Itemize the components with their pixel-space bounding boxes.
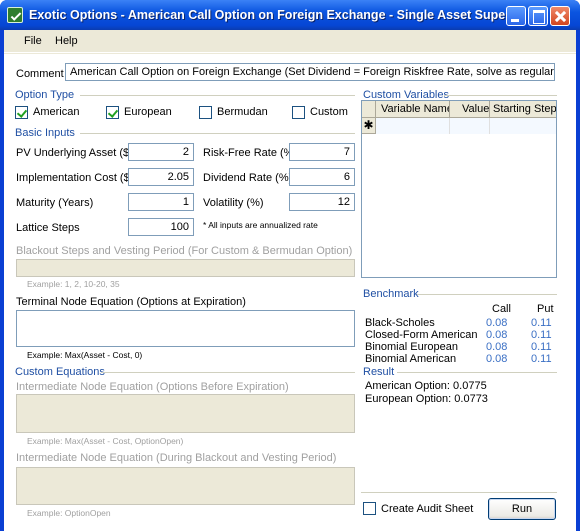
custom-label: Custom (310, 106, 348, 118)
benchmark-row-name: Binomial American (365, 353, 457, 365)
benchmark-row-call: 0.08 (486, 353, 508, 365)
pv-label: PV Underlying Asset ($) (16, 147, 133, 159)
new-row-marker: ✱ (362, 118, 376, 134)
new-row-value-cell[interactable] (450, 118, 490, 134)
pv-field[interactable]: 2 (128, 143, 194, 161)
blackout-equation-field[interactable] (16, 467, 355, 505)
new-row-variable-cell[interactable] (376, 118, 450, 134)
custom-checkbox[interactable] (292, 106, 305, 119)
maximize-button[interactable] (528, 6, 548, 26)
title-bar[interactable]: Exotic Options - American Call Option on… (0, 0, 580, 30)
benchmark-row-name: Black-Scholes (365, 317, 435, 329)
blackout-equation-label: Intermediate Node Equation (During Black… (16, 452, 337, 464)
menu-file[interactable]: File (24, 35, 42, 47)
new-row-step-cell[interactable] (490, 118, 556, 134)
col-starting-step[interactable]: Starting Step (490, 101, 556, 118)
european-result: European Option: 0.0773 (365, 393, 488, 405)
annualized-note: * All inputs are annualized rate (203, 220, 318, 230)
grid-header: Variable Name Value Starting Step (362, 101, 556, 118)
bermudan-label: Bermudan (217, 106, 268, 118)
lattice-steps-field[interactable]: 100 (128, 218, 194, 236)
benchmark-divider (417, 294, 557, 295)
european-label: European (124, 106, 172, 118)
custom-variables-grid[interactable]: Variable Name Value Starting Step ✱ (361, 100, 557, 278)
dividend-rate-field[interactable]: 6 (289, 168, 355, 186)
client-area: File Help Comment American Call Option o… (4, 30, 576, 531)
terminal-example: Example: Max(Asset - Cost, 0) (27, 350, 143, 360)
volatility-field[interactable]: 12 (289, 193, 355, 211)
minimize-button[interactable] (506, 6, 526, 26)
blackout-label: Blackout Steps and Vesting Period (For C… (16, 245, 353, 257)
benchmark-row-call: 0.08 (486, 317, 508, 329)
benchmark-row-put: 0.11 (531, 341, 552, 353)
audit-sheet-label: Create Audit Sheet (381, 503, 474, 515)
implementation-cost-field[interactable]: 2.05 (128, 168, 194, 186)
custom-equations-divider (101, 372, 355, 373)
result-heading: Result (363, 366, 395, 378)
bermudan-checkbox[interactable] (199, 106, 212, 119)
comment-label: Comment (16, 68, 64, 80)
form-body: Comment American Call Option on Foreign … (4, 54, 576, 531)
intermediate-equation-field[interactable] (16, 394, 355, 433)
american-label: American (33, 106, 80, 118)
implementation-cost-label: Implementation Cost ($) (16, 172, 134, 184)
benchmark-row-name: Closed-Form American (365, 329, 478, 341)
audit-sheet-checkbox[interactable] (363, 502, 376, 515)
intermediate-example: Example: Max(Asset - Cost, OptionOpen) (27, 436, 184, 446)
volatility-label: Volatility (%) (203, 197, 264, 209)
menu-bar: File Help (4, 30, 576, 53)
app-window: Exotic Options - American Call Option on… (0, 0, 580, 531)
result-divider (397, 372, 557, 373)
american-result: American Option: 0.0775 (365, 380, 487, 392)
app-icon (7, 7, 23, 23)
benchmark-row-put: 0.11 (531, 317, 552, 329)
dividend-rate-label: Dividend Rate (%) (203, 172, 293, 184)
close-button[interactable] (550, 6, 570, 26)
european-checkbox[interactable] (106, 106, 119, 119)
col-variable-name[interactable]: Variable Name (376, 101, 450, 118)
custom-variables-divider (444, 95, 557, 96)
blackout-equation-example: Example: OptionOpen (27, 508, 111, 518)
option-type-heading: Option Type (15, 89, 75, 101)
benchmark-row-name: Binomial European (365, 341, 458, 353)
benchmark-row-call: 0.08 (486, 329, 508, 341)
run-button[interactable]: Run (488, 498, 556, 520)
intermediate-equation-label: Intermediate Node Equation (Options Befo… (16, 381, 289, 393)
col-value[interactable]: Value (450, 101, 490, 118)
terminal-equation-field[interactable] (16, 310, 355, 347)
basic-inputs-divider (80, 133, 355, 134)
benchmark-row-put: 0.11 (531, 353, 552, 365)
option-type-divider (80, 95, 355, 96)
put-header: Put (537, 303, 554, 315)
maturity-label: Maturity (Years) (16, 197, 94, 209)
custom-equations-heading: Custom Equations (15, 366, 105, 378)
new-row[interactable]: ✱ (362, 118, 556, 134)
grid-corner (362, 101, 376, 118)
benchmark-row-call: 0.08 (486, 341, 508, 353)
menu-help[interactable]: Help (55, 35, 78, 47)
window-title: Exotic Options - American Call Option on… (29, 8, 520, 22)
blackout-field[interactable] (16, 259, 355, 277)
benchmark-row-put: 0.11 (531, 329, 552, 341)
call-header: Call (492, 303, 511, 315)
risk-free-rate-field[interactable]: 7 (289, 143, 355, 161)
bottom-divider (361, 492, 557, 493)
maturity-field[interactable]: 1 (128, 193, 194, 211)
lattice-steps-label: Lattice Steps (16, 222, 80, 234)
blackout-example: Example: 1, 2, 10-20, 35 (27, 279, 120, 289)
comment-field[interactable]: American Call Option on Foreign Exchange… (65, 63, 555, 81)
terminal-equation-label: Terminal Node Equation (Options at Expir… (16, 296, 246, 308)
benchmark-heading: Benchmark (363, 288, 419, 300)
basic-inputs-heading: Basic Inputs (15, 127, 75, 139)
american-checkbox[interactable] (15, 106, 28, 119)
risk-free-rate-label: Risk-Free Rate (%) (203, 147, 298, 159)
